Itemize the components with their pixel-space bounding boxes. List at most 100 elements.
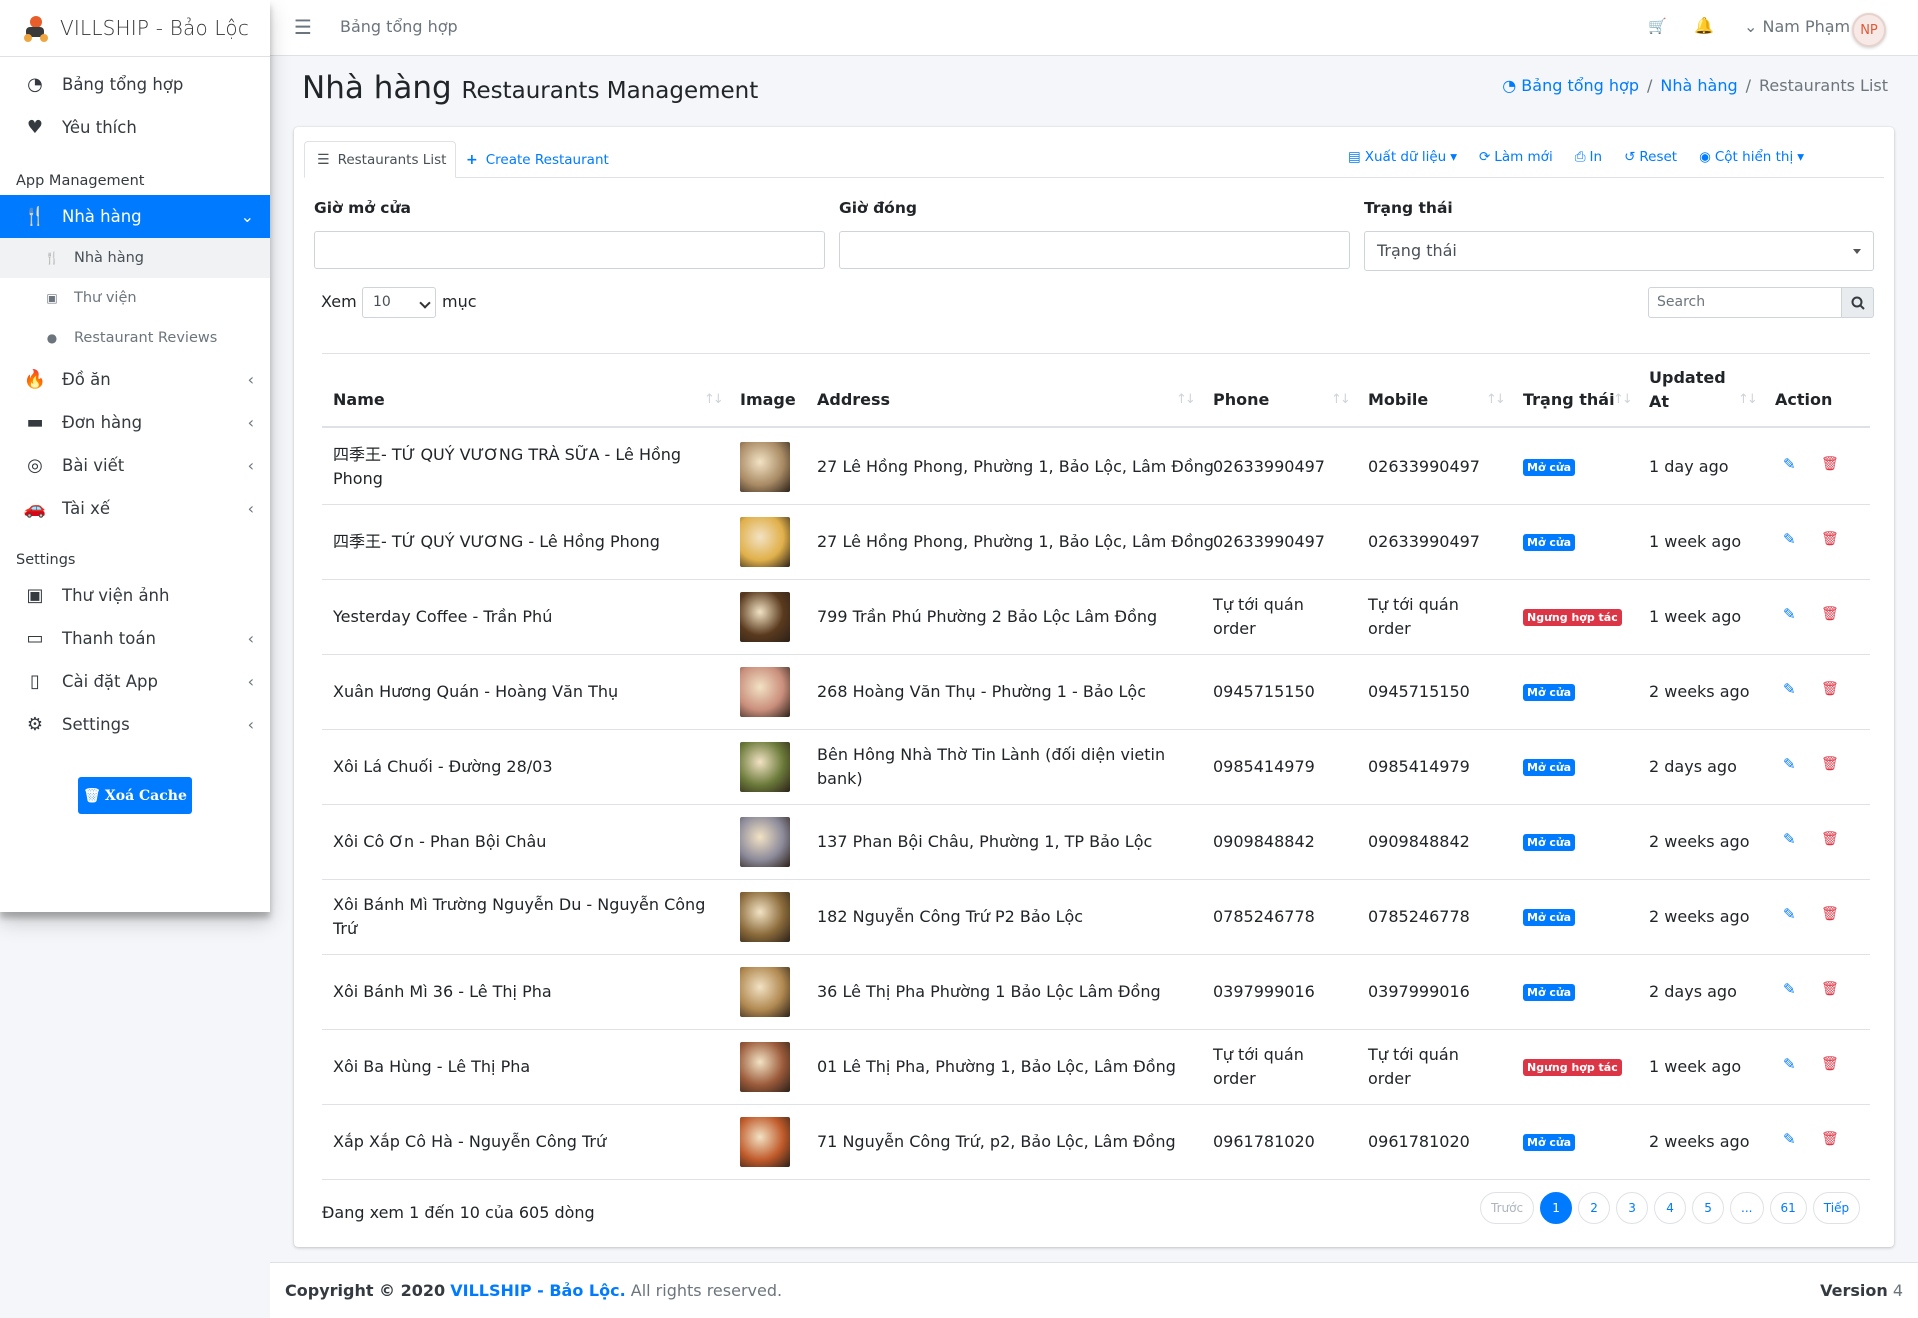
eye-icon: ◉ <box>1699 149 1711 165</box>
print-label: In <box>1589 149 1603 165</box>
restaurant-thumbnail[interactable] <box>740 892 790 942</box>
edit-button[interactable]: ✎ <box>1783 605 1796 623</box>
sidebar-item-drivers[interactable]: 🚗 Tài xế ‹ <box>0 487 270 530</box>
delete-button[interactable]: 🗑 <box>1821 456 1839 472</box>
sidebar-item-photo-library[interactable]: ▣ Thư viện ảnh <box>0 574 270 617</box>
pagination-page[interactable]: 61 <box>1769 1192 1807 1224</box>
refresh-button[interactable]: ⟳ Làm mới <box>1479 149 1553 165</box>
sidebar-subitem-gallery[interactable]: ▣ Thư viện <box>0 278 270 318</box>
sidebar-item-label: Cài đặt App <box>62 672 158 691</box>
restaurant-thumbnail[interactable] <box>740 592 790 642</box>
sort-icon[interactable]: ↑↓ <box>1738 392 1758 407</box>
edit-button[interactable]: ✎ <box>1783 830 1796 848</box>
status-select[interactable]: Trạng thái <box>1364 231 1874 271</box>
bell-icon[interactable]: 🔔 <box>1694 16 1714 35</box>
pagination-page[interactable]: 1 <box>1540 1192 1573 1224</box>
sidebar-subitem-reviews[interactable]: ● Restaurant Reviews <box>0 318 270 358</box>
columns-button[interactable]: ◉ Cột hiển thị ▾ <box>1699 149 1804 165</box>
topbar-dashboard-link[interactable]: Bảng tổng hợp <box>340 17 458 36</box>
edit-button[interactable]: ✎ <box>1783 1130 1796 1148</box>
column-header-mobile[interactable]: Mobile <box>1368 390 1428 409</box>
sidebar-item-posts[interactable]: ◎ Bài viết ‹ <box>0 444 270 487</box>
sidebar-item-food[interactable]: 🔥 Đồ ăn ‹ <box>0 358 270 401</box>
tab-restaurants-list[interactable]: ☰ Restaurants List <box>304 141 456 178</box>
delete-button[interactable]: 🗑 <box>1821 756 1839 772</box>
delete-button[interactable]: 🗑 <box>1821 681 1839 697</box>
restaurant-thumbnail[interactable] <box>740 667 790 717</box>
avatar[interactable]: NP <box>1852 13 1886 47</box>
sort-icon[interactable]: ↑↓ <box>1613 392 1633 407</box>
search-button[interactable] <box>1842 287 1874 318</box>
column-header-status[interactable]: Trạng thái <box>1523 390 1615 409</box>
sidebar-subitem-restaurants[interactable]: 🍴 Nhà hàng <box>0 238 270 278</box>
sidebar-item-orders[interactable]: ▬ Đơn hàng ‹ <box>0 401 270 444</box>
edit-button[interactable]: ✎ <box>1783 905 1796 923</box>
restaurant-thumbnail[interactable] <box>740 1042 790 1092</box>
sidebar-item-app-settings[interactable]: ▯ Cài đặt App ‹ <box>0 660 270 703</box>
restaurant-name-line1: Xắp Xắp Cô Hà - Nguyễn Công Trứ <box>333 1132 607 1151</box>
pagination-page[interactable]: 4 <box>1654 1192 1687 1224</box>
delete-button[interactable]: 🗑 <box>1821 606 1839 622</box>
sidebar-item-favorites[interactable]: ♥ Yêu thích <box>0 106 270 149</box>
sidebar-item-settings[interactable]: ⚙ Settings ‹ <box>0 703 270 746</box>
page-length-select[interactable]: 10 <box>362 287 436 318</box>
print-button[interactable]: ⎙ In <box>1575 149 1602 165</box>
restaurant-thumbnail[interactable] <box>740 742 790 792</box>
edit-button[interactable]: ✎ <box>1783 680 1796 698</box>
pagination-page[interactable]: 3 <box>1616 1192 1649 1224</box>
pagination-next[interactable]: Tiếp <box>1812 1192 1861 1224</box>
open-time-input[interactable] <box>314 231 825 269</box>
sort-icon[interactable]: ↑↓ <box>1176 392 1196 407</box>
delete-button[interactable]: 🗑 <box>1821 531 1839 547</box>
delete-button[interactable]: 🗑 <box>1821 1056 1839 1072</box>
edit-button[interactable]: ✎ <box>1783 530 1796 548</box>
edit-button[interactable]: ✎ <box>1783 755 1796 773</box>
user-menu[interactable]: ⌄ Nam Phạm <box>1744 17 1850 36</box>
sidebar-item-payment[interactable]: ▭ Thanh toán ‹ <box>0 617 270 660</box>
delete-button[interactable]: 🗑 <box>1821 831 1839 847</box>
sidebar-item-restaurants[interactable]: 🍴 Nhà hàng ⌄ <box>0 195 270 238</box>
search-input[interactable]: Search <box>1648 287 1842 318</box>
restaurant-thumbnail[interactable] <box>740 517 790 567</box>
pagination-page[interactable]: 5 <box>1692 1192 1725 1224</box>
column-header-updated[interactable]: Updated At <box>1649 366 1726 414</box>
export-button[interactable]: ▤ Xuất dữ liệu ▾ <box>1348 149 1457 165</box>
restaurant-thumbnail[interactable] <box>740 817 790 867</box>
edit-button[interactable]: ✎ <box>1783 1055 1796 1073</box>
restaurant-phone-line1: 0397999016 <box>1213 982 1315 1001</box>
restaurant-thumbnail[interactable] <box>740 967 790 1017</box>
table-row: Xắp Xắp Cô Hà - Nguyễn Công Trứ 71 Nguyễn… <box>322 1105 1870 1180</box>
status-badge: Mở cửa <box>1523 1134 1576 1151</box>
column-header-phone[interactable]: Phone <box>1213 390 1269 409</box>
menu-icon[interactable]: ☰ <box>294 15 312 39</box>
footer-brand-link[interactable]: VILLSHIP - Bảo Lộc. <box>450 1281 625 1300</box>
restaurant-thumbnail[interactable] <box>740 442 790 492</box>
tab-create-restaurant[interactable]: + Create Restaurant <box>466 141 609 178</box>
pagination-previous[interactable]: Trước <box>1480 1192 1535 1224</box>
clear-cache-button[interactable]: 🗑 Xoá Cache <box>78 777 192 814</box>
list-icon: ☰ <box>317 151 330 168</box>
edit-button[interactable]: ✎ <box>1783 455 1796 473</box>
breadcrumb-restaurants[interactable]: Nhà hàng <box>1660 76 1737 95</box>
column-header-address[interactable]: Address <box>817 390 890 409</box>
sort-icon[interactable]: ↑↓ <box>1331 392 1351 407</box>
edit-button[interactable]: ✎ <box>1783 980 1796 998</box>
delete-button[interactable]: 🗑 <box>1821 906 1839 922</box>
pagination-page[interactable]: 2 <box>1578 1192 1611 1224</box>
credit-card-icon: ▭ <box>26 628 44 649</box>
updated-at: 2 weeks ago <box>1649 682 1750 701</box>
sidebar-item-label: Thanh toán <box>62 629 156 648</box>
cart-icon[interactable]: 🛒 <box>1648 17 1667 35</box>
restaurant-thumbnail[interactable] <box>740 1117 790 1167</box>
sidebar-item-dashboard[interactable]: ◔ Bảng tổng hợp <box>0 63 270 106</box>
column-header-name[interactable]: Name <box>333 390 385 409</box>
brand[interactable]: VILLSHIP - Bảo Lộc <box>0 0 270 57</box>
restaurant-address-line1: 01 Lê Thị Pha, Phường 1, Bảo Lộc, Lâm Đồ… <box>817 1057 1176 1076</box>
delete-button[interactable]: 🗑 <box>1821 1131 1839 1147</box>
sort-icon[interactable]: ↑↓ <box>704 392 724 407</box>
close-time-input[interactable] <box>839 231 1350 269</box>
breadcrumb-dashboard[interactable]: ◔ Bảng tổng hợp <box>1502 76 1639 95</box>
reset-button[interactable]: ↺ Reset <box>1624 149 1677 165</box>
delete-button[interactable]: 🗑 <box>1821 981 1839 997</box>
sort-icon[interactable]: ↑↓ <box>1486 392 1506 407</box>
